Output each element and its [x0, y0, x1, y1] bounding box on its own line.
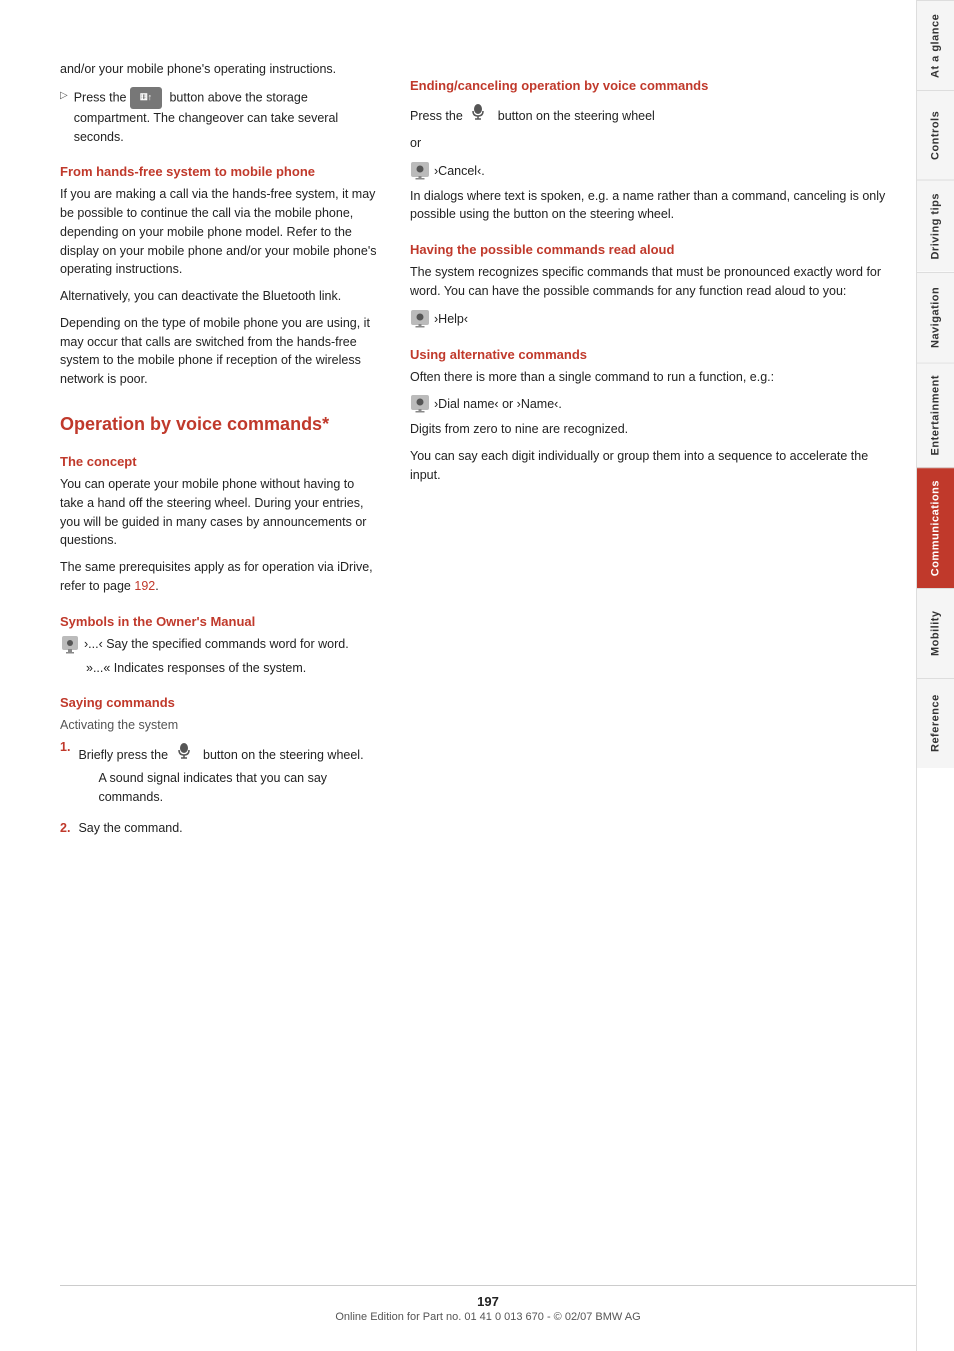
- having-commands-heading: Having the possible commands read aloud: [410, 242, 896, 257]
- right-column: Ending/canceling operation by voice comm…: [410, 60, 896, 1311]
- activating-heading: Activating the system: [60, 718, 380, 732]
- alternative-para1: Often there is more than a single comman…: [410, 368, 896, 387]
- sidebar: At a glance Controls Driving tips Naviga…: [916, 0, 954, 1351]
- from-hands-free-heading: From hands-free system to mobile phone: [60, 164, 380, 179]
- step-2: 2. Say the command.: [60, 819, 380, 838]
- sidebar-tab-reference[interactable]: Reference: [917, 678, 954, 768]
- press-button-item: ▷ Press the ⚅↑ button above the storage …: [60, 87, 380, 147]
- footer-text: Online Edition for Part no. 01 41 0 013 …: [60, 1311, 916, 1323]
- step-1-content: Briefly press the button on the steering…: [78, 738, 380, 810]
- sidebar-tab-driving-tips[interactable]: Driving tips: [917, 180, 954, 272]
- symbol-line-1: ›...‹ Say the specified commands word fo…: [60, 635, 380, 655]
- storage-button-icon: ⚅↑: [130, 87, 162, 109]
- concept-para2: The same prerequisites apply as for oper…: [60, 558, 380, 596]
- step-1: 1. Briefly press the button on the steer…: [60, 738, 380, 810]
- sidebar-tab-mobility[interactable]: Mobility: [917, 588, 954, 678]
- sidebar-tab-communications[interactable]: Communications: [917, 467, 954, 588]
- cancel-command: ›Cancel‹.: [410, 161, 896, 181]
- press-button-text: Press the ⚅↑ button above the storage co…: [74, 87, 380, 147]
- page-container: and/or your mobile phone's operating ins…: [0, 0, 954, 1351]
- alternative-para2: Digits from zero to nine are recognized.: [410, 420, 896, 439]
- operation-heading: Operation by voice commands*: [60, 413, 380, 436]
- bullet-arrow: ▷: [60, 88, 68, 103]
- hands-free-para3: Depending on the type of mobile phone yo…: [60, 314, 380, 389]
- steering-mic-icon-2: [466, 99, 490, 123]
- left-column: and/or your mobile phone's operating ins…: [60, 60, 380, 1311]
- symbols-heading: Symbols in the Owner's Manual: [60, 614, 380, 629]
- page-number: 197: [60, 1294, 916, 1309]
- step-2-number: 2.: [60, 819, 70, 838]
- alternative-para3: You can say each digit individually or g…: [410, 447, 896, 485]
- cancel-command-text: ›Cancel‹.: [434, 164, 485, 178]
- help-mic-icon: [410, 309, 430, 329]
- symbol-line-2: »...« Indicates responses of the system.: [86, 659, 380, 678]
- or-text: or: [410, 134, 896, 153]
- hands-free-para2: Alternatively, you can deactivate the Bl…: [60, 287, 380, 306]
- sidebar-tab-at-a-glance[interactable]: At a glance: [917, 0, 954, 90]
- ending-para1: Press the button on the steering wheel: [410, 99, 896, 126]
- dial-command-text: ›Dial name‹ or ›Name‹.: [434, 397, 562, 411]
- step-2-content: Say the command.: [78, 819, 380, 838]
- cancel-mic-icon: [410, 161, 430, 181]
- alternative-heading: Using alternative commands: [410, 347, 896, 362]
- mic-symbol-icon: [60, 635, 80, 655]
- having-commands-para1: The system recognizes specific commands …: [410, 263, 896, 301]
- page-link[interactable]: 192: [134, 579, 155, 593]
- intro-text: and/or your mobile phone's operating ins…: [60, 60, 380, 79]
- ending-para2: In dialogs where text is spoken, e.g. a …: [410, 187, 896, 225]
- dial-command: ›Dial name‹ or ›Name‹.: [410, 394, 896, 414]
- main-content: and/or your mobile phone's operating ins…: [0, 0, 916, 1351]
- step-1-number: 1.: [60, 738, 70, 757]
- sidebar-tab-navigation[interactable]: Navigation: [917, 272, 954, 362]
- dial-mic-icon: [410, 394, 430, 414]
- sidebar-tab-controls[interactable]: Controls: [917, 90, 954, 180]
- activating-steps: 1. Briefly press the button on the steer…: [60, 738, 380, 837]
- ending-heading: Ending/canceling operation by voice comm…: [410, 78, 896, 93]
- steering-mic-icon: [172, 738, 196, 762]
- hands-free-para1: If you are making a call via the hands-f…: [60, 185, 380, 279]
- concept-para1: You can operate your mobile phone withou…: [60, 475, 380, 550]
- saying-commands-heading: Saying commands: [60, 695, 380, 710]
- page-footer: 197 Online Edition for Part no. 01 41 0 …: [60, 1285, 916, 1331]
- sidebar-tab-entertainment[interactable]: Entertainment: [917, 362, 954, 467]
- help-command-text: ›Help‹: [434, 312, 468, 326]
- step-1-sub: A sound signal indicates that you can sa…: [98, 769, 380, 807]
- help-command: ›Help‹: [410, 309, 896, 329]
- concept-heading: The concept: [60, 454, 380, 469]
